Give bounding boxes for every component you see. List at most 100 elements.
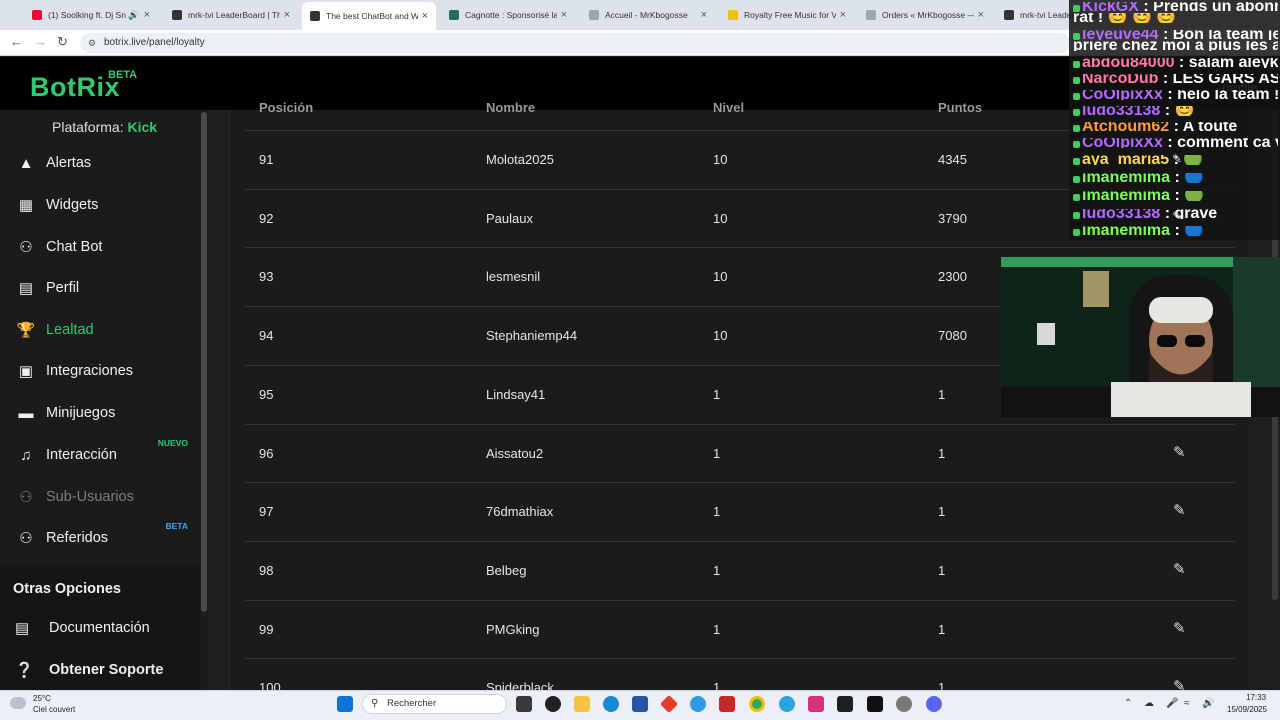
mcafee-icon[interactable]: [719, 696, 735, 712]
id-card-icon: ▤: [18, 280, 34, 297]
edit-pencil-icon[interactable]: ✎: [1173, 443, 1186, 461]
chat-badge-icon: [1073, 93, 1080, 100]
favicon-icon: [310, 11, 320, 21]
column-header-position[interactable]: Posición: [259, 100, 313, 114]
chat-username[interactable]: ludo33138: [1082, 209, 1160, 219]
browser-tab[interactable]: (1) Soolking ft. Dj Snake🔊 ×: [24, 4, 158, 26]
column-header-level[interactable]: Nivel: [713, 100, 744, 114]
task-view-icon[interactable]: [516, 696, 532, 712]
speaker-icon[interactable]: 🔊: [128, 10, 139, 21]
chat-username[interactable]: leyeuve44: [1082, 30, 1159, 40]
chat-username[interactable]: imanemima: [1082, 173, 1170, 183]
chat-separator: :: [1169, 122, 1183, 132]
close-tab-icon[interactable]: ×: [701, 9, 707, 21]
app-icon[interactable]: [690, 696, 706, 712]
chat-badge-icon: [1073, 141, 1080, 148]
cloud-icon[interactable]: ☁: [1144, 698, 1154, 709]
browser-tab[interactable]: Orders « MrKbogosse — ×: [858, 4, 992, 26]
close-tab-icon[interactable]: ×: [561, 9, 567, 21]
browser-tab[interactable]: Royalty Free Music for Vi ×: [720, 4, 854, 26]
reload-icon[interactable]: ↻: [57, 34, 68, 50]
terminal-icon[interactable]: [837, 696, 853, 712]
sidebar-item-perfil[interactable]: ▤ Perfil: [0, 269, 200, 307]
favicon-icon: [728, 10, 738, 20]
chat-username[interactable]: CoOlpixXx: [1082, 138, 1163, 148]
chat-username[interactable]: imanemima: [1082, 226, 1170, 236]
edit-pencil-icon[interactable]: ✎: [1173, 501, 1186, 519]
store-icon[interactable]: [632, 696, 648, 712]
table-row: 99 PMGking 1 1 ✎: [245, 600, 1235, 658]
close-tab-icon[interactable]: ×: [978, 9, 984, 21]
close-tab-icon[interactable]: ×: [840, 9, 846, 21]
favicon-icon: [1004, 10, 1014, 20]
chevron-up-icon[interactable]: ⌃: [1124, 698, 1132, 709]
cell-position: 96: [259, 446, 274, 461]
chat-badge-icon: [1073, 109, 1080, 116]
chat-badge-icon: [1073, 33, 1080, 40]
close-tab-icon[interactable]: ×: [284, 9, 290, 21]
sidebar-item-sub-usuarios[interactable]: ⚇ Sub-Usuarios: [0, 478, 200, 516]
browser-tab[interactable]: Cagnotte : Sponsorisé la ×: [441, 4, 575, 26]
discord-icon[interactable]: [926, 696, 942, 712]
question-icon: ❔: [15, 662, 34, 679]
cloud-icon[interactable]: [10, 697, 26, 709]
app-icon[interactable]: [545, 696, 561, 712]
close-tab-icon[interactable]: ×: [422, 10, 428, 22]
column-header-name[interactable]: Nombre: [486, 100, 535, 114]
close-tab-icon[interactable]: ×: [144, 9, 150, 21]
windows-start-icon[interactable]: [337, 696, 353, 712]
sidebar-item-referidos[interactable]: ⚇ Referidos BETA: [0, 519, 200, 557]
column-header-points[interactable]: Puntos: [938, 100, 982, 114]
edge-icon[interactable]: [603, 696, 619, 712]
sidebar-item-chat-bot[interactable]: ⚇ Chat Bot: [0, 228, 200, 266]
settings-icon[interactable]: [896, 696, 912, 712]
grid-icon: ▦: [18, 197, 34, 214]
chat-username[interactable]: Atchoum62: [1082, 122, 1169, 132]
tiktok-icon[interactable]: [867, 696, 883, 712]
chat-username[interactable]: ludo33138: [1082, 106, 1160, 116]
clock-date[interactable]: 15/09/2025: [1227, 705, 1267, 714]
chat-username[interactable]: KickGX: [1082, 2, 1139, 12]
weather-description[interactable]: Ciel couvert: [33, 705, 75, 714]
edit-pencil-icon[interactable]: ✎: [1173, 560, 1186, 578]
wifi-icon[interactable]: ≈: [1184, 698, 1190, 709]
volume-icon[interactable]: 🔊: [1202, 698, 1214, 709]
sidebar-item-interacci-n[interactable]: ♫ Interacción NUEVO: [0, 436, 200, 474]
file-explorer-icon[interactable]: [574, 696, 590, 712]
sidebar-item-alertas[interactable]: ▲ Alertas: [0, 144, 200, 182]
taskbar-search-input[interactable]: ⚲ Rechercher: [362, 694, 507, 714]
instagram-icon[interactable]: [808, 696, 824, 712]
edit-pencil-icon[interactable]: ✎: [1173, 619, 1186, 637]
browser-tab[interactable]: Accueil - MrKbogosse ×: [581, 4, 715, 26]
clock-time[interactable]: 17:33: [1246, 693, 1266, 702]
favicon-icon: [589, 10, 599, 20]
sidebar-item-widgets[interactable]: ▦ Widgets: [0, 186, 200, 224]
sidebar-item-label: Lealtad: [46, 322, 94, 338]
telegram-icon[interactable]: [779, 696, 795, 712]
sidebar-item-documentation[interactable]: ▤ Documentación: [0, 613, 200, 643]
chat-badge-icon: [1073, 194, 1080, 201]
browser-tab[interactable]: mrk-tvi LeaderBoard | The ×: [164, 4, 298, 26]
weather-temperature[interactable]: 25°C: [33, 694, 51, 703]
chat-text: Prends un abonnement, fais pas ton: [1153, 2, 1278, 12]
tab-title: Accueil - MrKbogosse: [605, 10, 688, 20]
chat-username[interactable]: imanemima: [1082, 191, 1170, 201]
sidebar-item-lealtad[interactable]: 🏆 Lealtad: [0, 311, 200, 349]
chat-separator: :: [1170, 191, 1185, 201]
chat-username[interactable]: NarcoDub: [1082, 74, 1158, 84]
forward-icon[interactable]: →: [34, 34, 47, 49]
back-icon[interactable]: ←: [10, 34, 23, 49]
browser-tab[interactable]: The best ChatBot and Wi ×: [302, 2, 436, 30]
site-info-icon[interactable]: ⚙: [88, 33, 96, 53]
chrome-icon[interactable]: [749, 696, 765, 712]
microphone-icon[interactable]: 🎤: [1166, 698, 1178, 709]
sidebar-item-minijuegos[interactable]: ▬ Minijuegos: [0, 394, 200, 432]
sidebar-scrollbar[interactable]: [201, 112, 207, 612]
chat-username[interactable]: aya_maria5: [1082, 155, 1169, 165]
url-input[interactable]: ⚙ botrix.live/panel/loyalty: [80, 33, 1070, 53]
chat-username[interactable]: abdou84000: [1082, 58, 1174, 68]
sidebar-item-support[interactable]: ❔ Obtener Soporte: [0, 655, 200, 685]
sidebar-item-integraciones[interactable]: ▣ Integraciones: [0, 352, 200, 390]
botrix-logo[interactable]: BotRix: [30, 72, 120, 103]
chat-username[interactable]: CoOlpixXx: [1082, 90, 1163, 100]
